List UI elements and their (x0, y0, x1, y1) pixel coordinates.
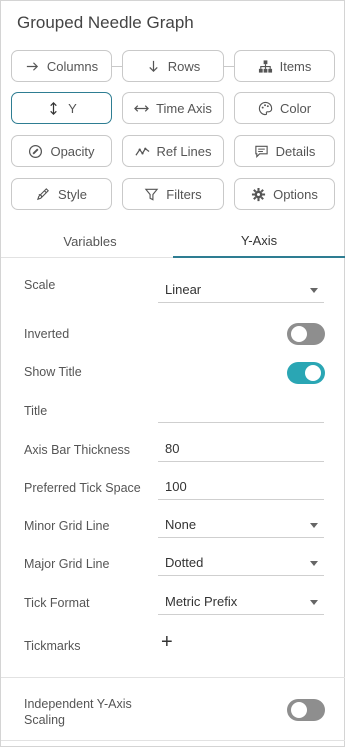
tab-bar: Variables Y-Axis (1, 225, 345, 258)
minor-grid-line-value: None (165, 517, 197, 532)
inverted-toggle[interactable] (287, 323, 325, 345)
brush-icon (37, 187, 50, 200)
axis-bar-thickness-label: Axis Bar Thickness (24, 443, 131, 457)
details-button[interactable]: Details (234, 135, 335, 167)
major-grid-line-label: Major Grid Line (24, 557, 110, 571)
tab-variables[interactable]: Variables (4, 225, 176, 258)
independent-scaling-label: Independent Y-Axis Scaling (24, 696, 132, 728)
rows-button[interactable]: Rows (122, 50, 224, 82)
details-label: Details (275, 143, 316, 159)
gear-icon (252, 187, 266, 201)
scale-label: Scale (24, 278, 56, 292)
divider (1, 740, 345, 741)
add-tickmark-button[interactable]: + (161, 632, 173, 652)
toggle-knob (291, 326, 307, 342)
options-button[interactable]: Options (234, 178, 335, 210)
chevron-down-icon (310, 600, 318, 605)
minor-grid-line-label: Minor Grid Line (24, 519, 110, 533)
toggle-knob (291, 702, 307, 718)
title-input[interactable] (158, 397, 324, 423)
style-button[interactable]: Style (11, 178, 112, 210)
scale-select[interactable]: Linear (158, 277, 324, 303)
filter-icon (144, 188, 159, 201)
y-label: Y (68, 100, 77, 116)
tab-y-axis[interactable]: Y-Axis (173, 225, 345, 258)
tickmarks-label: Tickmarks (24, 639, 81, 653)
arrow-right-icon (26, 61, 38, 71)
independent-scaling-label-line2: Scaling (24, 713, 65, 727)
color-label: Color (279, 100, 312, 116)
chevron-down-icon (310, 288, 318, 293)
panel-title: Grouped Needle Graph (17, 13, 194, 32)
arrow-down-icon (149, 60, 158, 72)
connector-line (112, 66, 122, 67)
show-title-label: Show Title (24, 365, 82, 379)
filters-button[interactable]: Filters (122, 178, 224, 210)
time-axis-label: Time Axis (156, 100, 212, 116)
inverted-label: Inverted (24, 327, 70, 341)
comment-icon (254, 145, 268, 158)
options-label: Options (273, 186, 318, 202)
independent-scaling-toggle[interactable] (287, 699, 325, 721)
opacity-label: Opacity (50, 143, 95, 159)
preferred-tick-space-label: Preferred Tick Space (24, 481, 141, 495)
major-grid-line-select[interactable]: Dotted (158, 550, 324, 576)
independent-scaling-label-line1: Independent Y-Axis (24, 697, 132, 711)
time-axis-button[interactable]: Time Axis (122, 92, 224, 124)
color-button[interactable]: Color (234, 92, 335, 124)
ref-lines-label: Ref Lines (156, 143, 212, 159)
tick-format-select[interactable]: Metric Prefix (158, 589, 324, 615)
hierarchy-icon (258, 59, 272, 73)
chevron-down-icon (310, 523, 318, 528)
toggle-knob (305, 365, 321, 381)
axis-bar-thickness-value: 80 (165, 441, 180, 456)
major-grid-line-value: Dotted (165, 555, 204, 570)
opacity-button[interactable]: Opacity (11, 135, 112, 167)
style-label: Style (58, 186, 87, 202)
scale-value: Linear (165, 282, 202, 297)
tick-format-label: Tick Format (24, 596, 90, 610)
line-chart-icon (134, 147, 149, 156)
opacity-icon (29, 144, 43, 158)
settings-panel: Grouped Needle Graph Columns Rows Items … (0, 0, 345, 747)
preferred-tick-space-value: 100 (165, 479, 187, 494)
columns-button[interactable]: Columns (11, 50, 112, 82)
show-title-toggle[interactable] (287, 362, 325, 384)
items-label: Items (279, 58, 312, 74)
filters-label: Filters (166, 186, 202, 202)
title-label: Title (24, 404, 48, 418)
tick-format-value: Metric Prefix (165, 594, 238, 609)
minor-grid-line-select[interactable]: None (158, 512, 324, 538)
palette-icon (258, 101, 273, 115)
vertical-arrows-icon (50, 101, 57, 115)
items-button[interactable]: Items (234, 50, 335, 82)
connector-line (224, 66, 234, 67)
divider (1, 677, 345, 678)
y-button[interactable]: Y (11, 92, 112, 124)
horizontal-arrows-icon (134, 104, 149, 112)
chevron-down-icon (310, 561, 318, 566)
preferred-tick-space-input[interactable]: 100 (158, 474, 324, 500)
columns-label: Columns (46, 58, 99, 74)
rows-label: Rows (167, 58, 201, 74)
axis-bar-thickness-input[interactable]: 80 (158, 436, 324, 462)
ref-lines-button[interactable]: Ref Lines (122, 135, 224, 167)
